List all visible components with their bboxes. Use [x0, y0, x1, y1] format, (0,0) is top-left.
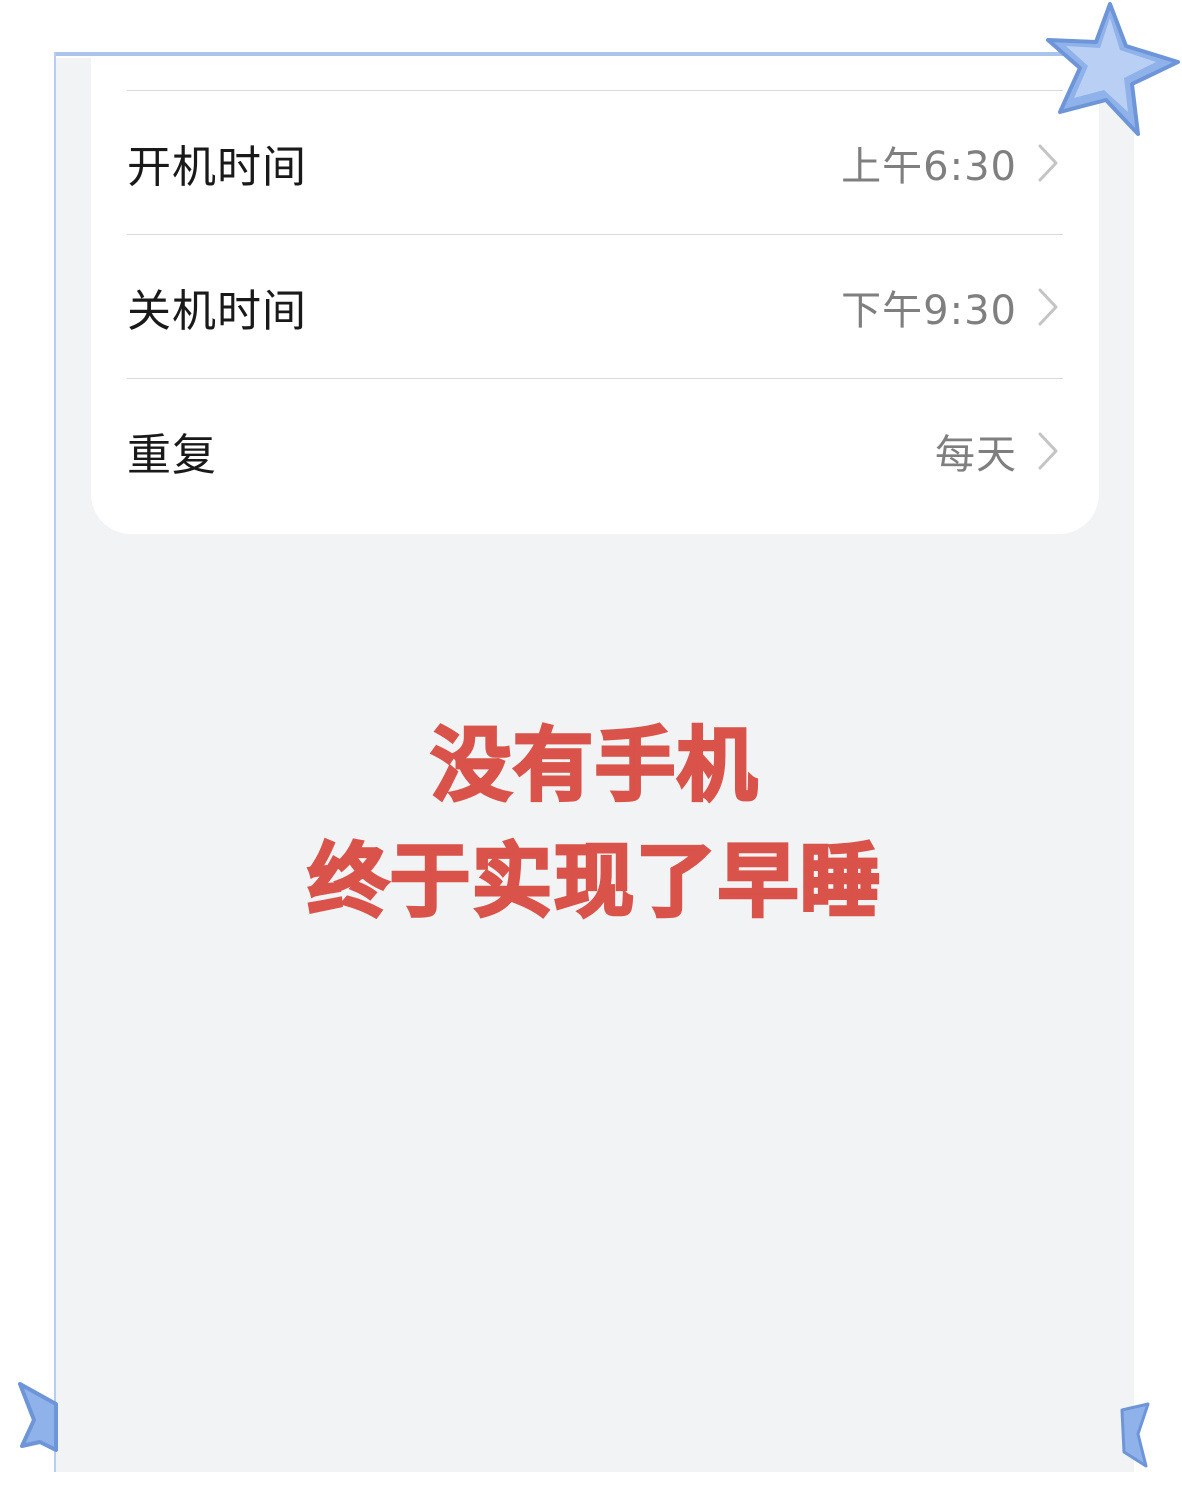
- star-icon: [1120, 1402, 1150, 1468]
- chevron-right-icon: [1038, 288, 1058, 325]
- power-off-time-row[interactable]: 关机时间 下午9:30: [127, 235, 1063, 378]
- repeat-value: 每天: [935, 431, 1017, 478]
- headline-line-1: 没有手机: [430, 719, 759, 812]
- power-off-time-value-group: 下午9:30: [841, 278, 1063, 336]
- chevron-right-icon: [1038, 432, 1058, 469]
- frame-top-line: [54, 52, 1094, 56]
- power-on-time-value-group: 上午6:30: [841, 134, 1063, 192]
- headline-line-2: 终于实现了早睡: [307, 835, 882, 928]
- phone-screen: 开机时间 上午6:30 关机时间 下午9:30 重复 每天 没有手机 终于实现了…: [56, 58, 1134, 1472]
- star-icon: [1046, 2, 1180, 136]
- repeat-label: 重复: [127, 429, 217, 481]
- settings-card: 开机时间 上午6:30 关机时间 下午9:30 重复 每天: [91, 58, 1099, 534]
- power-on-time-label: 开机时间: [127, 141, 307, 193]
- star-icon: [18, 1382, 58, 1452]
- chevron-right-icon: [1038, 144, 1058, 181]
- power-off-time-value: 下午9:30: [841, 287, 1017, 334]
- power-on-time-row[interactable]: 开机时间 上午6:30: [127, 91, 1063, 234]
- power-off-time-label: 关机时间: [127, 285, 307, 337]
- repeat-row[interactable]: 重复 每天: [127, 379, 1063, 522]
- repeat-value-group: 每天: [935, 422, 1063, 480]
- power-on-time-value: 上午6:30: [841, 143, 1017, 190]
